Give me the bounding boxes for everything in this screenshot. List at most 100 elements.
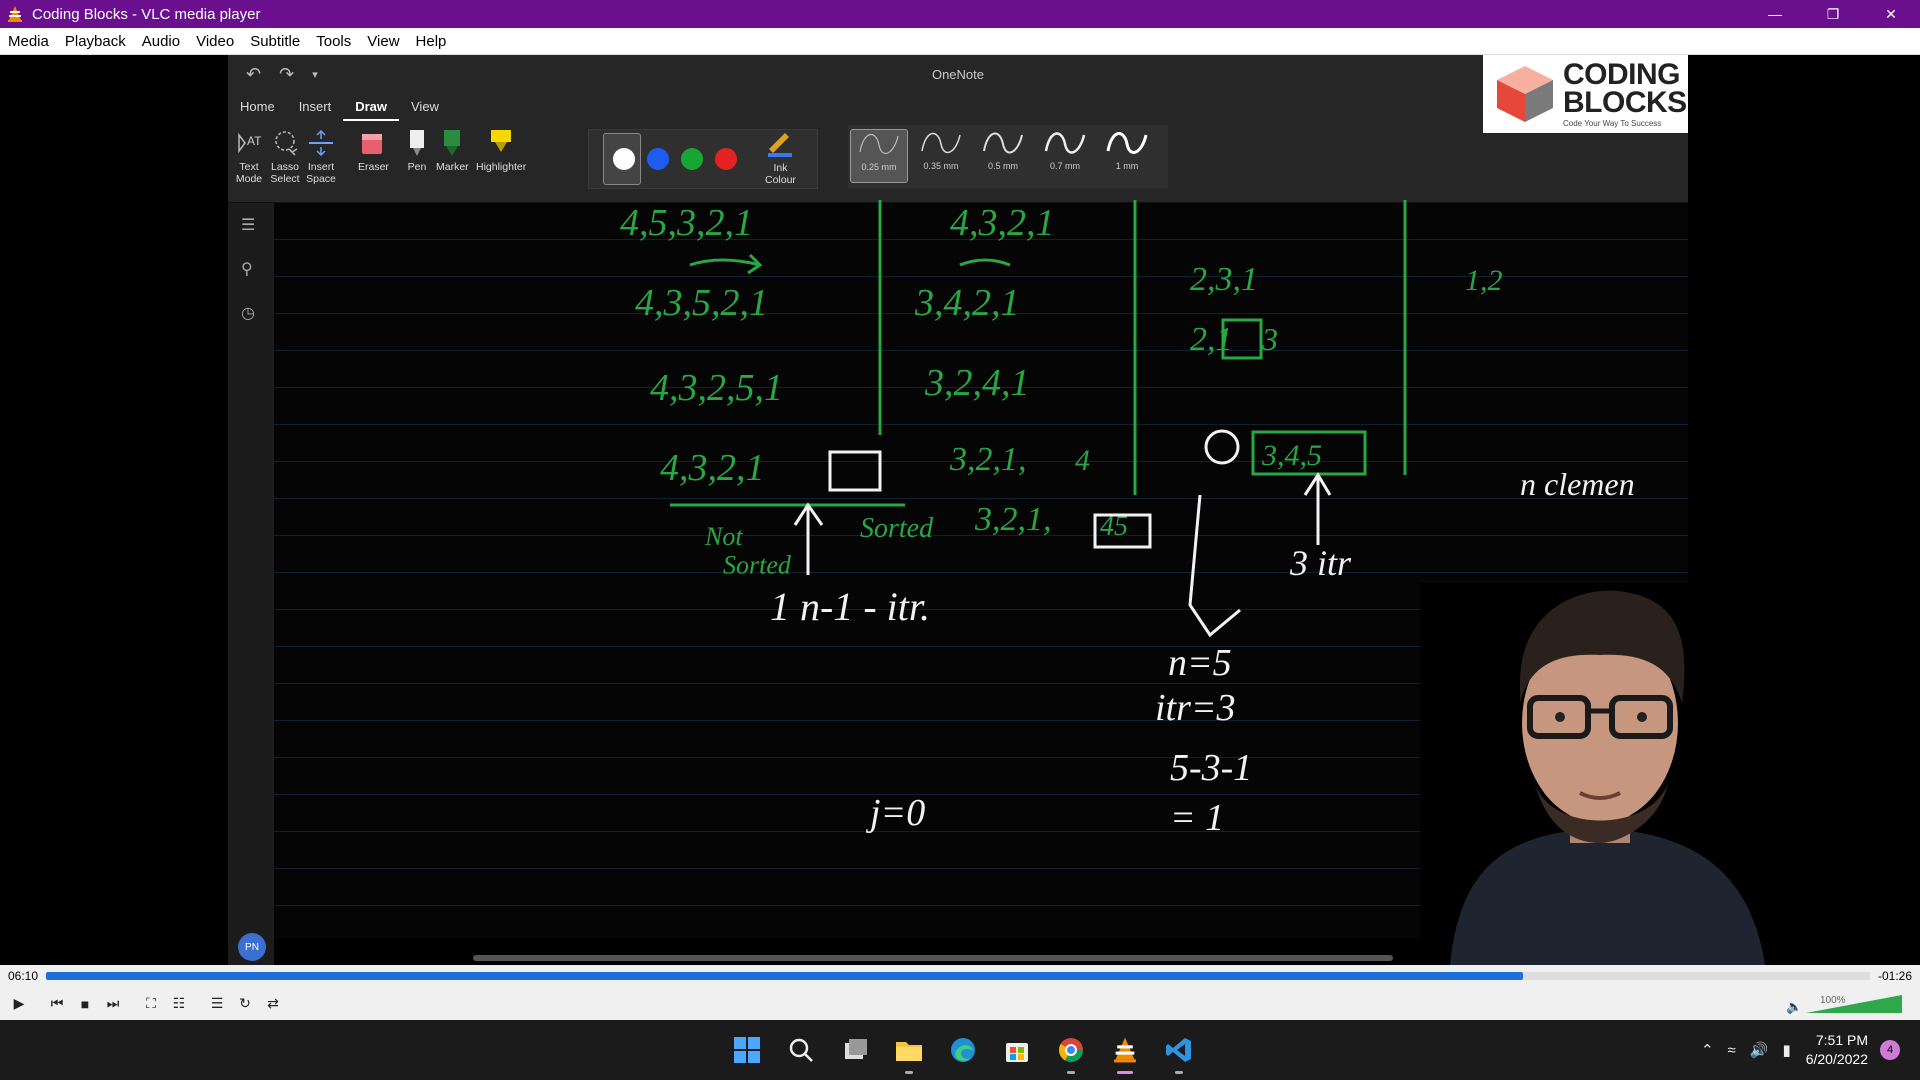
ink-color-palette: Ink Colour bbox=[588, 129, 818, 189]
ink-colour-tool: Ink Colour bbox=[765, 128, 796, 186]
text-mode-label: Text Mode bbox=[235, 161, 263, 185]
undo-icon: ↶ bbox=[246, 63, 262, 84]
next-button[interactable]: ⏭ bbox=[100, 991, 126, 1017]
menu-view[interactable]: View bbox=[359, 33, 407, 50]
taskbar-clock[interactable]: 7:51 PM 6/20/2022 bbox=[1806, 1031, 1868, 1069]
start-button[interactable] bbox=[724, 1028, 770, 1072]
pen-stroke-icon bbox=[1044, 132, 1086, 154]
fullscreen-button[interactable]: ⛶ bbox=[138, 991, 164, 1017]
canvas-horizontal-scrollbar bbox=[473, 955, 1393, 961]
coding-blocks-logo: CODING BLOCKS Code Your Way To Success bbox=[1483, 55, 1688, 133]
color-swatch-red bbox=[715, 148, 737, 170]
text-mode-tool: AT Text Mode bbox=[234, 127, 264, 185]
close-button[interactable]: ✕ bbox=[1862, 0, 1920, 28]
highlighter-label: Highlighter bbox=[476, 161, 527, 173]
search-icon bbox=[789, 1038, 813, 1062]
text-mode-icon: AT bbox=[234, 127, 264, 159]
clock-date: 6/20/2022 bbox=[1805, 1051, 1868, 1067]
show-hidden-icons-icon[interactable]: ⌃ bbox=[1701, 1041, 1714, 1059]
pen-stroke-icon bbox=[1106, 132, 1148, 154]
tab-home: Home bbox=[240, 99, 275, 114]
menu-video[interactable]: Video bbox=[188, 33, 242, 50]
cube-logo-icon bbox=[1497, 66, 1553, 122]
windows-logo-icon bbox=[734, 1037, 760, 1063]
menu-media[interactable]: Media bbox=[0, 33, 57, 50]
running-indicator bbox=[1175, 1071, 1183, 1074]
seek-progress bbox=[46, 972, 1524, 980]
battery-icon[interactable]: ▮ bbox=[1782, 1041, 1790, 1059]
menu-tools[interactable]: Tools bbox=[308, 33, 359, 50]
pen-size-label: 0.5 mm bbox=[987, 161, 1018, 171]
file-explorer-button[interactable] bbox=[886, 1028, 932, 1074]
minimize-button[interactable]: — bbox=[1746, 0, 1804, 28]
menu-playback[interactable]: Playback bbox=[57, 33, 134, 50]
speaker-icon: 🔈 bbox=[1786, 1000, 1802, 1015]
restore-button[interactable]: ❐ bbox=[1804, 0, 1862, 28]
onenote-tabs: Home Insert Draw View bbox=[228, 93, 1688, 121]
seek-slider[interactable] bbox=[46, 972, 1870, 980]
wifi-icon[interactable]: ≈ bbox=[1728, 1042, 1736, 1059]
loop-button[interactable]: ↻ bbox=[232, 991, 258, 1017]
folder-icon bbox=[896, 1042, 922, 1061]
ink-colour-icon bbox=[765, 128, 795, 160]
pen-tool: Pen bbox=[402, 127, 432, 173]
video-area[interactable]: ↶ ↷ ▾ OneNote Home Insert Draw View AT T… bbox=[0, 55, 1920, 965]
vscode-button[interactable] bbox=[1156, 1028, 1202, 1074]
stop-button[interactable]: ■ bbox=[72, 991, 98, 1017]
remaining-time: -01:26 bbox=[1877, 969, 1912, 983]
shuffle-button[interactable]: ⇄ bbox=[260, 991, 286, 1017]
store-icon bbox=[1006, 1043, 1028, 1062]
speaker-icon[interactable]: 🔊 bbox=[1750, 1041, 1769, 1059]
previous-button[interactable]: ⏮ bbox=[44, 991, 70, 1017]
running-indicator bbox=[1117, 1071, 1133, 1074]
vlc-button[interactable] bbox=[1102, 1028, 1148, 1074]
pen-stroke-icon bbox=[983, 132, 1023, 154]
ink-colour-label: Ink Colour bbox=[765, 162, 796, 186]
play-button[interactable]: ▶ bbox=[6, 991, 32, 1017]
window-title: Coding Blocks - VLC media player bbox=[32, 5, 261, 23]
eraser-label: Eraser bbox=[358, 161, 389, 173]
customize-icon: ▾ bbox=[312, 68, 318, 81]
highlighter-icon bbox=[486, 127, 516, 159]
pen-size-label: 0.7 mm bbox=[1049, 161, 1080, 171]
menu-subtitle[interactable]: Subtitle bbox=[242, 33, 308, 50]
store-button[interactable] bbox=[994, 1028, 1040, 1072]
menu-bar: Media Playback Audio Video Subtitle Tool… bbox=[0, 28, 1920, 55]
menu-audio[interactable]: Audio bbox=[134, 33, 188, 50]
highlighter-tool: Highlighter bbox=[476, 127, 526, 173]
lasso-icon bbox=[270, 127, 300, 159]
eraser-tool: Eraser bbox=[358, 127, 389, 173]
color-swatch-green bbox=[681, 148, 703, 170]
lasso-tool: Lasso Select bbox=[270, 127, 300, 185]
seek-bar: 06:10 -01:26 bbox=[0, 965, 1920, 987]
chrome-button[interactable] bbox=[1048, 1028, 1094, 1074]
pen-size-gallery: 0.25 mm 0.35 mm 0.5 mm 0.7 mm 1 mm bbox=[848, 125, 1168, 189]
pen-size-label: 1 mm bbox=[1115, 161, 1139, 171]
logo-line2: BLOCKS bbox=[1563, 85, 1687, 119]
marker-icon bbox=[437, 127, 467, 159]
vlc-cone-icon bbox=[1114, 1037, 1136, 1063]
volume-percent: 100% bbox=[1820, 995, 1846, 1006]
elapsed-time: 06:10 bbox=[8, 969, 39, 983]
avatar: PN bbox=[238, 933, 266, 961]
playlist-button[interactable]: ☰ bbox=[204, 991, 230, 1017]
presenter-webcam bbox=[1420, 583, 1780, 965]
running-indicator bbox=[905, 1071, 913, 1074]
color-swatch-blue bbox=[647, 148, 669, 170]
task-view-button[interactable] bbox=[832, 1028, 878, 1072]
vlc-cone-icon bbox=[8, 6, 22, 22]
onenote-left-rail: ☰ ⚲ ◷ PN bbox=[228, 203, 274, 965]
volume-slider[interactable]: 🔈 100% bbox=[1786, 991, 1906, 1017]
system-tray: ⌃ ≈ 🔊 ▮ 7:51 PM 6/20/2022 4 bbox=[1694, 1020, 1900, 1080]
insert-space-tool: Insert Space bbox=[306, 127, 336, 185]
svg-text:AT: AT bbox=[247, 134, 262, 148]
extended-settings-button[interactable]: ☷ bbox=[166, 991, 192, 1017]
taskbar-search-button[interactable] bbox=[778, 1028, 824, 1072]
pen-size-option: 0.7 mm bbox=[1036, 129, 1094, 183]
notification-badge[interactable]: 4 bbox=[1880, 1040, 1900, 1060]
menu-help[interactable]: Help bbox=[408, 33, 455, 50]
logo-tagline: Code Your Way To Success bbox=[1563, 118, 1662, 128]
edge-button[interactable] bbox=[940, 1028, 986, 1072]
vscode-icon bbox=[1166, 1038, 1191, 1062]
pen-size-option: 0.5 mm bbox=[974, 129, 1032, 183]
